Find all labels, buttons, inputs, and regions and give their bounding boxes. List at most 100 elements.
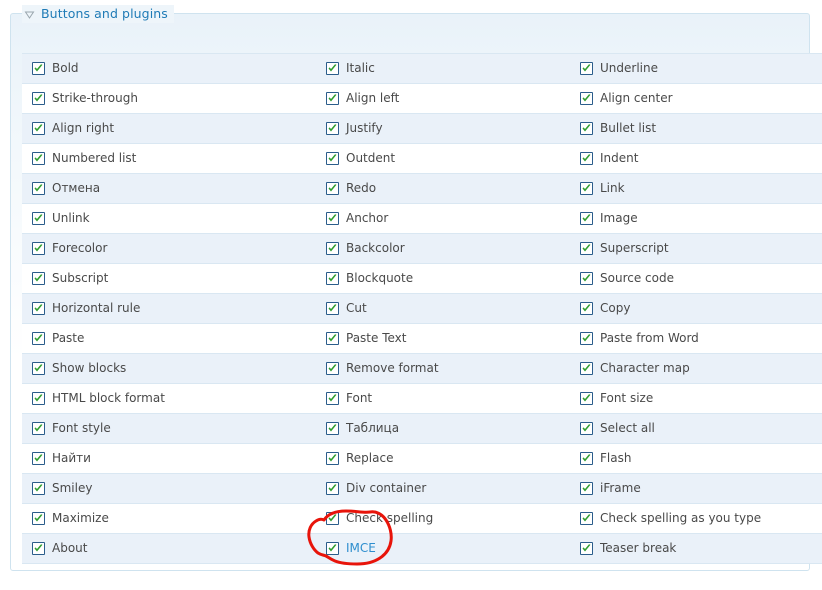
checkbox-checked-icon[interactable]: [326, 452, 339, 465]
checkbox-checked-icon[interactable]: [326, 92, 339, 105]
checkbox-item[interactable]: Blockquote: [316, 264, 570, 293]
checkbox-item[interactable]: Backcolor: [316, 234, 570, 263]
checkbox-checked-icon[interactable]: [326, 122, 339, 135]
checkbox-checked-icon[interactable]: [326, 242, 339, 255]
checkbox-item[interactable]: Justify: [316, 114, 570, 143]
checkbox-checked-icon[interactable]: [580, 62, 593, 75]
checkbox-item[interactable]: Maximize: [22, 504, 316, 533]
checkbox-checked-icon[interactable]: [326, 392, 339, 405]
checkbox-checked-icon[interactable]: [32, 422, 45, 435]
checkbox-item[interactable]: Align right: [22, 114, 316, 143]
checkbox-item[interactable]: Bold: [22, 54, 316, 83]
checkbox-item[interactable]: Remove format: [316, 354, 570, 383]
checkbox-item[interactable]: Align center: [570, 84, 822, 113]
checkbox-checked-icon[interactable]: [32, 542, 45, 555]
checkbox-checked-icon[interactable]: [580, 212, 593, 225]
checkbox-checked-icon[interactable]: [580, 482, 593, 495]
checkbox-checked-icon[interactable]: [326, 212, 339, 225]
checkbox-item[interactable]: Paste Text: [316, 324, 570, 353]
checkbox-item[interactable]: Check spelling: [316, 504, 570, 533]
checkbox-checked-icon[interactable]: [580, 542, 593, 555]
checkbox-item[interactable]: Outdent: [316, 144, 570, 173]
checkbox-item[interactable]: Таблица: [316, 414, 570, 443]
checkbox-item[interactable]: Flash: [570, 444, 822, 473]
checkbox-checked-icon[interactable]: [580, 362, 593, 375]
checkbox-item[interactable]: Font style: [22, 414, 316, 443]
checkbox-checked-icon[interactable]: [32, 452, 45, 465]
checkbox-checked-icon[interactable]: [326, 332, 339, 345]
checkbox-checked-icon[interactable]: [32, 332, 45, 345]
checkbox-item[interactable]: Redo: [316, 174, 570, 203]
checkbox-item[interactable]: Character map: [570, 354, 822, 383]
checkbox-checked-icon[interactable]: [326, 422, 339, 435]
checkbox-item[interactable]: Numbered list: [22, 144, 316, 173]
checkbox-checked-icon[interactable]: [32, 302, 45, 315]
checkbox-checked-icon[interactable]: [580, 242, 593, 255]
checkbox-checked-icon[interactable]: [580, 122, 593, 135]
checkbox-item[interactable]: Отмена: [22, 174, 316, 203]
checkbox-checked-icon[interactable]: [32, 392, 45, 405]
checkbox-checked-icon[interactable]: [32, 242, 45, 255]
checkbox-item[interactable]: Paste from Word: [570, 324, 822, 353]
checkbox-checked-icon[interactable]: [580, 512, 593, 525]
checkbox-checked-icon[interactable]: [32, 92, 45, 105]
checkbox-checked-icon[interactable]: [580, 302, 593, 315]
checkbox-checked-icon[interactable]: [32, 182, 45, 195]
checkbox-item[interactable]: iFrame: [570, 474, 822, 503]
checkbox-item[interactable]: Найти: [22, 444, 316, 473]
checkbox-item[interactable]: Subscript: [22, 264, 316, 293]
checkbox-checked-icon[interactable]: [580, 452, 593, 465]
checkbox-item[interactable]: Cut: [316, 294, 570, 323]
checkbox-checked-icon[interactable]: [326, 482, 339, 495]
checkbox-checked-icon[interactable]: [32, 122, 45, 135]
checkbox-item[interactable]: About: [22, 534, 316, 563]
checkbox-item[interactable]: HTML block format: [22, 384, 316, 413]
checkbox-item[interactable]: Forecolor: [22, 234, 316, 263]
checkbox-item[interactable]: Unlink: [22, 204, 316, 233]
checkbox-checked-icon[interactable]: [32, 62, 45, 75]
checkbox-item[interactable]: Horizontal rule: [22, 294, 316, 323]
checkbox-item[interactable]: Indent: [570, 144, 822, 173]
checkbox-item[interactable]: Select all: [570, 414, 822, 443]
checkbox-checked-icon[interactable]: [326, 152, 339, 165]
checkbox-checked-icon[interactable]: [326, 512, 339, 525]
checkbox-item[interactable]: Italic: [316, 54, 570, 83]
checkbox-item[interactable]: Check spelling as you type: [570, 504, 822, 533]
checkbox-checked-icon[interactable]: [326, 62, 339, 75]
checkbox-checked-icon[interactable]: [326, 272, 339, 285]
checkbox-checked-icon[interactable]: [326, 362, 339, 375]
checkbox-item[interactable]: Bullet list: [570, 114, 822, 143]
checkbox-checked-icon[interactable]: [32, 512, 45, 525]
checkbox-checked-icon[interactable]: [32, 272, 45, 285]
checkbox-item[interactable]: Font: [316, 384, 570, 413]
checkbox-checked-icon[interactable]: [32, 482, 45, 495]
checkbox-item[interactable]: Source code: [570, 264, 822, 293]
checkbox-checked-icon[interactable]: [32, 152, 45, 165]
checkbox-item[interactable]: Show blocks: [22, 354, 316, 383]
checkbox-checked-icon[interactable]: [580, 272, 593, 285]
checkbox-item[interactable]: Div container: [316, 474, 570, 503]
checkbox-item[interactable]: Align left: [316, 84, 570, 113]
checkbox-checked-icon[interactable]: [32, 212, 45, 225]
checkbox-item[interactable]: Superscript: [570, 234, 822, 263]
checkbox-item[interactable]: Anchor: [316, 204, 570, 233]
checkbox-item[interactable]: Image: [570, 204, 822, 233]
checkbox-item-imce[interactable]: IMCE: [316, 534, 570, 563]
checkbox-item[interactable]: Smiley: [22, 474, 316, 503]
checkbox-item[interactable]: Replace: [316, 444, 570, 473]
checkbox-item[interactable]: Strike-through: [22, 84, 316, 113]
checkbox-checked-icon[interactable]: [580, 182, 593, 195]
checkbox-checked-icon[interactable]: [580, 422, 593, 435]
fieldset-legend[interactable]: Buttons and plugins: [22, 5, 174, 23]
checkbox-item[interactable]: Teaser break: [570, 534, 822, 563]
checkbox-checked-icon[interactable]: [580, 152, 593, 165]
checkbox-checked-icon[interactable]: [326, 302, 339, 315]
checkbox-item[interactable]: Link: [570, 174, 822, 203]
checkbox-item[interactable]: Copy: [570, 294, 822, 323]
checkbox-checked-icon[interactable]: [580, 92, 593, 105]
checkbox-checked-icon[interactable]: [326, 182, 339, 195]
checkbox-checked-icon[interactable]: [580, 332, 593, 345]
checkbox-item[interactable]: Underline: [570, 54, 822, 83]
checkbox-item[interactable]: Paste: [22, 324, 316, 353]
checkbox-checked-icon[interactable]: [326, 542, 339, 555]
